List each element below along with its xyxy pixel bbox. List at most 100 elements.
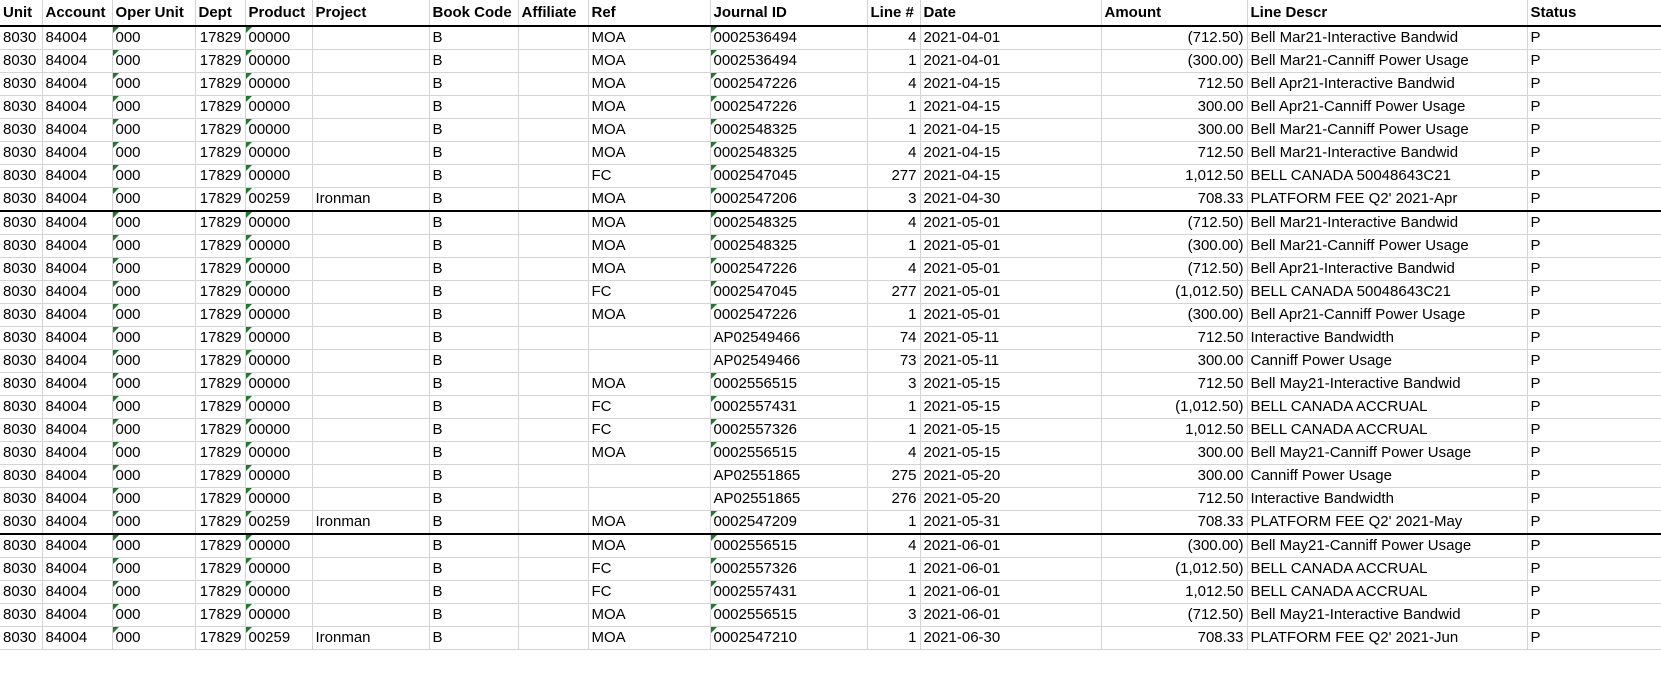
cell-product[interactable]: 00000 [245, 26, 313, 50]
cell-affiliate[interactable] [518, 49, 589, 73]
cell-unit[interactable]: 8030 [0, 26, 43, 50]
cell-ref[interactable]: FC [588, 557, 711, 581]
cell-date[interactable]: 2021-04-15 [920, 95, 1102, 119]
cell-journal-id[interactable]: 0002556515 [710, 441, 868, 465]
cell-oper-unit[interactable]: 000 [112, 372, 196, 396]
cell-status[interactable]: P [1527, 257, 1661, 281]
cell-oper-unit[interactable]: 000 [112, 141, 196, 165]
cell-oper-unit[interactable]: 000 [112, 603, 196, 627]
cell-book-code[interactable]: B [429, 95, 519, 119]
cell-unit[interactable]: 8030 [0, 164, 43, 188]
cell-status[interactable]: P [1527, 118, 1661, 142]
cell-book-code[interactable]: B [429, 187, 519, 212]
cell-status[interactable]: P [1527, 211, 1661, 235]
cell-ref[interactable] [588, 487, 711, 511]
cell-amount[interactable]: (712.50) [1101, 211, 1248, 235]
cell-status[interactable]: P [1527, 510, 1661, 535]
cell-account[interactable]: 84004 [42, 26, 113, 50]
cell-status[interactable]: P [1527, 280, 1661, 304]
cell-amount[interactable]: 712.50 [1101, 326, 1248, 350]
cell-book-code[interactable]: B [429, 441, 519, 465]
cell-affiliate[interactable] [518, 234, 589, 258]
cell-product[interactable]: 00000 [245, 395, 313, 419]
cell-product[interactable]: 00000 [245, 211, 313, 235]
cell-book-code[interactable]: B [429, 372, 519, 396]
cell-product[interactable]: 00259 [245, 187, 313, 212]
cell-book-code[interactable]: B [429, 487, 519, 511]
cell-date[interactable]: 2021-06-01 [920, 603, 1102, 627]
header-cell[interactable]: Project [312, 0, 430, 27]
cell-dept[interactable]: 17829 [195, 487, 246, 511]
cell-journal-id[interactable]: AP02549466 [710, 326, 868, 350]
cell-book-code[interactable]: B [429, 349, 519, 373]
cell-ref[interactable] [588, 464, 711, 488]
cell-account[interactable]: 84004 [42, 49, 113, 73]
cell-account[interactable]: 84004 [42, 349, 113, 373]
cell-dept[interactable]: 17829 [195, 26, 246, 50]
cell-amount[interactable]: 712.50 [1101, 141, 1248, 165]
cell-project[interactable] [312, 534, 430, 558]
spreadsheet-grid[interactable]: Unit Account Oper Unit Dept Product Proj… [0, 0, 1661, 676]
cell-line-descr[interactable]: Bell May21-Canniff Power Usage [1247, 534, 1528, 558]
cell-unit[interactable]: 8030 [0, 349, 43, 373]
header-cell[interactable]: Account [42, 0, 113, 27]
cell-line-number[interactable]: 1 [867, 626, 921, 650]
cell-oper-unit[interactable]: 000 [112, 418, 196, 442]
cell-oper-unit[interactable]: 000 [112, 234, 196, 258]
cell-status[interactable]: P [1527, 72, 1661, 96]
cell-journal-id[interactable]: 0002557431 [710, 580, 868, 604]
cell-journal-id[interactable]: 0002547226 [710, 303, 868, 327]
cell-line-number[interactable]: 1 [867, 234, 921, 258]
cell-account[interactable]: 84004 [42, 464, 113, 488]
cell-line-number[interactable]: 4 [867, 534, 921, 558]
cell-status[interactable]: P [1527, 464, 1661, 488]
cell-unit[interactable]: 8030 [0, 626, 43, 650]
cell-journal-id[interactable]: 0002556515 [710, 534, 868, 558]
cell-account[interactable]: 84004 [42, 211, 113, 235]
cell-affiliate[interactable] [518, 603, 589, 627]
cell-date[interactable]: 2021-05-11 [920, 326, 1102, 350]
cell-amount[interactable]: 300.00 [1101, 441, 1248, 465]
cell-ref[interactable]: MOA [588, 234, 711, 258]
cell-amount[interactable]: 708.33 [1101, 626, 1248, 650]
cell-dept[interactable]: 17829 [195, 557, 246, 581]
cell-project[interactable] [312, 280, 430, 304]
cell-oper-unit[interactable]: 000 [112, 280, 196, 304]
cell-line-descr[interactable]: Bell Mar21-Canniff Power Usage [1247, 234, 1528, 258]
cell-line-descr[interactable]: BELL CANADA ACCRUAL [1247, 557, 1528, 581]
cell-line-number[interactable]: 1 [867, 118, 921, 142]
cell-unit[interactable]: 8030 [0, 580, 43, 604]
cell-status[interactable]: P [1527, 187, 1661, 212]
cell-line-descr[interactable]: BELL CANADA 50048643C21 [1247, 164, 1528, 188]
cell-line-descr[interactable]: BELL CANADA 50048643C21 [1247, 280, 1528, 304]
cell-project[interactable] [312, 303, 430, 327]
cell-date[interactable]: 2021-06-01 [920, 534, 1102, 558]
cell-account[interactable]: 84004 [42, 395, 113, 419]
cell-amount[interactable]: 300.00 [1101, 95, 1248, 119]
header-cell[interactable]: Product [245, 0, 313, 27]
cell-affiliate[interactable] [518, 626, 589, 650]
cell-line-number[interactable]: 277 [867, 164, 921, 188]
cell-journal-id[interactable]: AP02549466 [710, 349, 868, 373]
cell-date[interactable]: 2021-04-30 [920, 187, 1102, 212]
cell-oper-unit[interactable]: 000 [112, 72, 196, 96]
cell-amount[interactable]: 1,012.50 [1101, 164, 1248, 188]
cell-oper-unit[interactable]: 000 [112, 95, 196, 119]
cell-book-code[interactable]: B [429, 280, 519, 304]
cell-affiliate[interactable] [518, 534, 589, 558]
cell-unit[interactable]: 8030 [0, 441, 43, 465]
cell-line-descr[interactable]: Bell Mar21-Interactive Bandwid [1247, 26, 1528, 50]
cell-line-number[interactable]: 3 [867, 603, 921, 627]
cell-status[interactable]: P [1527, 418, 1661, 442]
cell-product[interactable]: 00259 [245, 510, 313, 535]
cell-account[interactable]: 84004 [42, 603, 113, 627]
cell-dept[interactable]: 17829 [195, 395, 246, 419]
cell-unit[interactable]: 8030 [0, 187, 43, 212]
cell-dept[interactable]: 17829 [195, 464, 246, 488]
cell-ref[interactable]: MOA [588, 72, 711, 96]
cell-date[interactable]: 2021-05-20 [920, 464, 1102, 488]
cell-affiliate[interactable] [518, 280, 589, 304]
cell-account[interactable]: 84004 [42, 487, 113, 511]
cell-product[interactable]: 00000 [245, 580, 313, 604]
cell-account[interactable]: 84004 [42, 534, 113, 558]
